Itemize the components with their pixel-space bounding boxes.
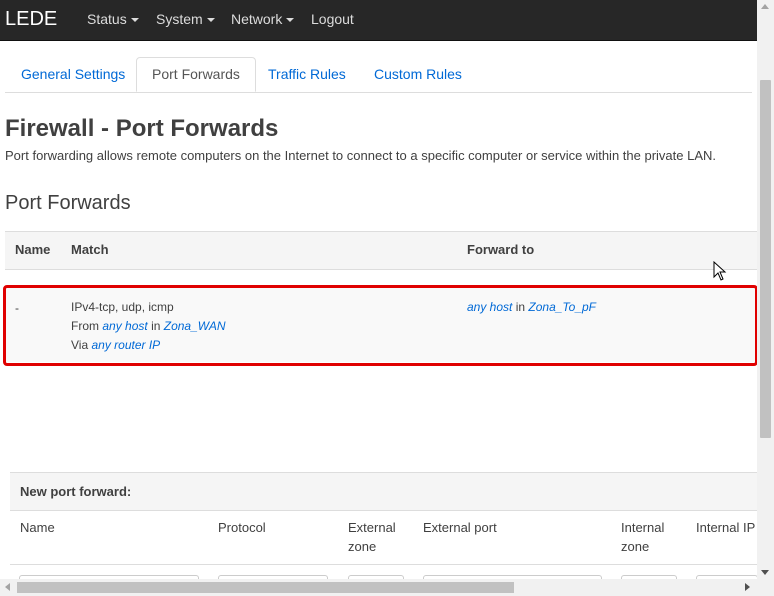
new-column-external-port: External port (423, 520, 497, 535)
page-description: Port forwarding allows remote computers … (5, 148, 717, 163)
nav-network-label: Network (231, 11, 283, 27)
new-column-protocol: Protocol (218, 520, 266, 535)
scroll-right-icon[interactable] (745, 583, 750, 591)
scroll-down-icon[interactable] (761, 570, 769, 575)
vertical-scrollbar[interactable] (757, 0, 774, 579)
scroll-up-icon[interactable] (761, 4, 769, 9)
new-port-forward-section: New port forward: Name Protocol External… (10, 472, 758, 586)
nav-system-menu[interactable]: System (156, 11, 215, 27)
new-port-forward-header: New port forward: (10, 473, 757, 511)
nav-network-menu[interactable]: Network (231, 11, 295, 27)
chevron-down-icon (286, 18, 295, 23)
new-column-internal-zone: Internal zone (621, 520, 665, 554)
page-title: Firewall - Port Forwards (5, 115, 279, 142)
column-header-match: Match (71, 242, 109, 257)
nav-logout-label: Logout (311, 11, 354, 27)
nav-logout-link[interactable]: Logout (311, 11, 354, 27)
vertical-scroll-thumb[interactable] (760, 80, 771, 438)
column-header-forward-to: Forward to (467, 242, 535, 257)
tabs-divider (5, 92, 752, 93)
tab-general-settings[interactable]: General Settings (6, 58, 140, 92)
tab-port-forwards[interactable]: Port Forwards (136, 57, 256, 92)
scroll-left-icon[interactable] (5, 583, 10, 591)
section-title: Port Forwards (5, 192, 131, 214)
table-header: Name Match Forward to (5, 231, 757, 270)
highlight-box (3, 285, 758, 366)
tab-traffic-rules[interactable]: Traffic Rules (253, 58, 361, 92)
mouse-pointer-icon (713, 261, 727, 281)
new-column-external-zone: External zone (348, 520, 396, 554)
top-navbar: LEDE Status System Network Logout (0, 0, 757, 41)
new-column-name: Name (20, 520, 55, 535)
chevron-down-icon (206, 18, 215, 23)
tab-custom-rules[interactable]: Custom Rules (359, 58, 477, 92)
horizontal-scroll-thumb[interactable] (17, 582, 514, 593)
horizontal-scrollbar[interactable] (0, 579, 774, 596)
chevron-down-icon (130, 18, 139, 23)
nav-system-label: System (156, 11, 203, 27)
new-port-forward-title: New port forward: (20, 484, 132, 499)
brand-logo[interactable]: LEDE (5, 8, 57, 31)
nav-status-label: Status (87, 11, 127, 27)
nav-status-menu[interactable]: Status (87, 11, 139, 27)
new-columns-divider (10, 564, 757, 565)
column-header-name: Name (15, 242, 51, 257)
new-column-internal-ip: Internal IP (696, 520, 756, 535)
